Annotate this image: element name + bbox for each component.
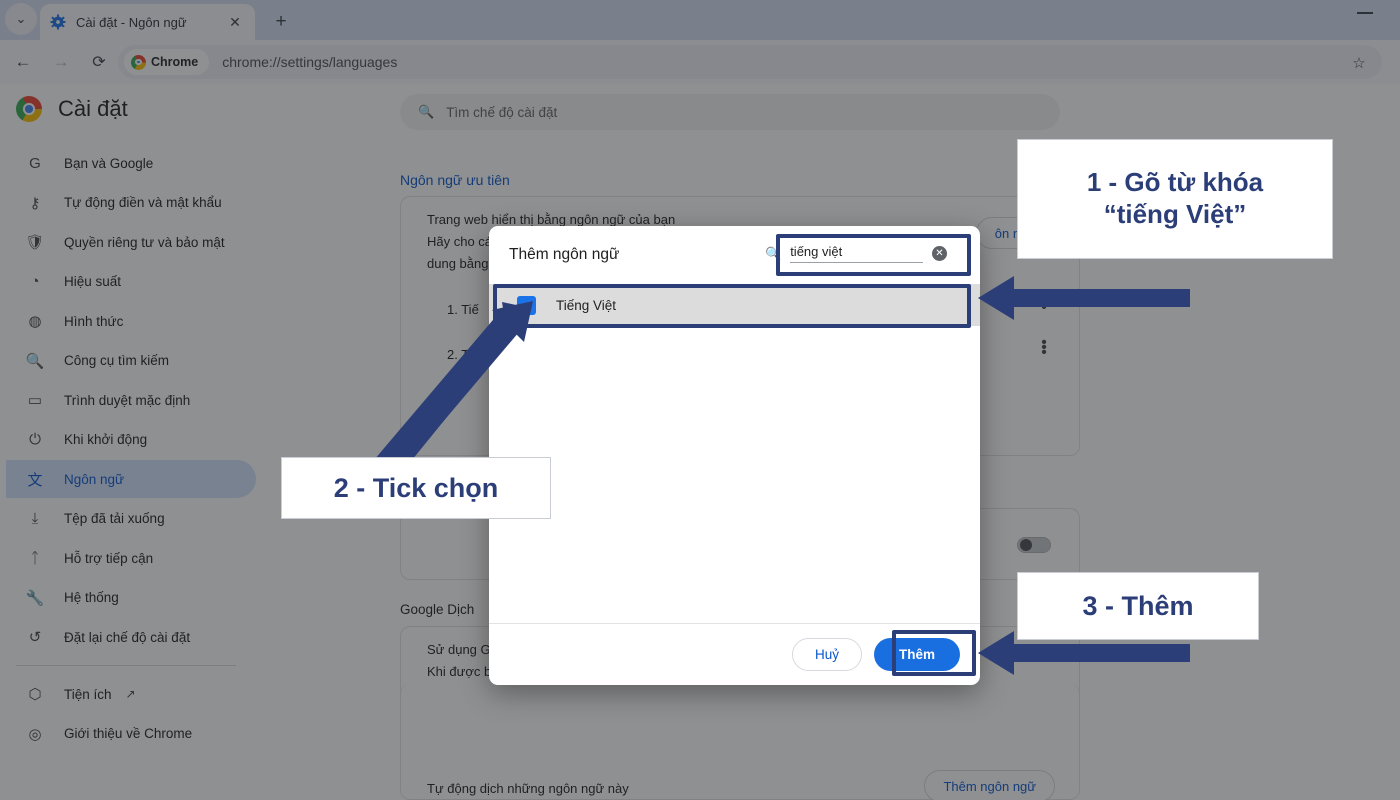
add-language-dialog: Thêm ngôn ngữ 🔍 tiếng việt ✕ ✓ Tiếng Việ… [489,226,980,685]
cancel-button[interactable]: Huỷ [791,638,862,671]
dialog-title: Thêm ngôn ngữ [509,246,620,263]
language-results-list: ✓ Tiếng Việt [489,284,980,623]
dialog-footer: Huỷ Thêm [489,623,980,685]
callout-step-2: 2 - Tick chọn [281,457,551,519]
callout-step-3: 3 - Thêm [1017,572,1259,640]
clear-search-icon[interactable]: ✕ [932,246,947,261]
callout-step-1: 1 - Gõ từ khóa “tiếng Việt” [1017,139,1333,259]
browser-window: ⌄ Cài đặ [0,0,1400,800]
callout-step-2-line-1: 2 - Tick chọn [333,472,499,503]
language-checkbox[interactable]: ✓ [517,295,536,315]
language-name: Tiếng Việt [556,297,617,313]
list-item[interactable]: ✓ Tiếng Việt [489,284,980,326]
language-search-value: tiếng việt [790,244,923,263]
callout-step-1-line-2: “tiếng Việt” [1103,199,1247,229]
language-search-input[interactable]: 🔍 tiếng việt ✕ [765,237,947,270]
add-button[interactable]: Thêm [873,638,960,671]
search-icon: 🔍 [765,245,782,261]
callout-step-1-line-1: 1 - Gõ từ khóa [1086,167,1264,198]
callout-step-3-line-1: 3 - Thêm [1082,590,1194,621]
dialog-header: Thêm ngôn ngữ 🔍 tiếng việt ✕ [489,226,980,284]
